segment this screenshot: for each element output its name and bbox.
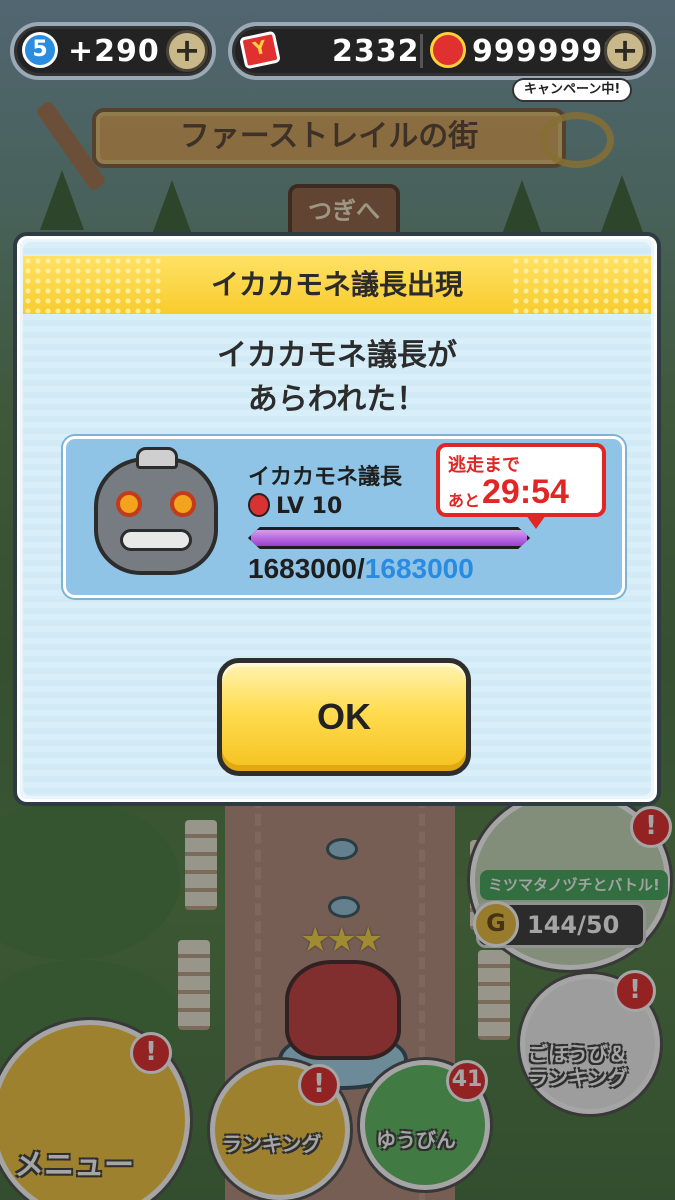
boss-eye <box>170 491 196 517</box>
dialog-message: イカカモネ議長が あらわれた！ <box>23 334 651 422</box>
top-status-bar: 5 +290 + Y 2332 9999999 + キャンペーン中! <box>0 0 675 102</box>
boss-hp-fill <box>251 530 527 546</box>
dialog-message-line1: イカカモネ議長が <box>217 339 457 372</box>
escape-label-bottom: あと <box>448 493 481 510</box>
add-coins-button[interactable]: + <box>604 30 646 72</box>
dialog-message-line2: あらわれた！ <box>247 383 427 416</box>
add-spirit-button[interactable]: + <box>166 30 208 72</box>
escape-time: 29:54 <box>482 473 569 511</box>
ticket-count: 2332 <box>332 34 420 69</box>
boss-appeared-dialog: イカカモネ議長出現 イカカモネ議長が あらわれた！ イカカモネ議長 LV 10 … <box>13 232 661 806</box>
spirit-flame-icon: 5 <box>22 32 58 68</box>
boss-hp-current: 1683000 <box>248 553 358 584</box>
currency-pill: Y 2332 9999999 + <box>228 22 656 80</box>
escape-timer-bubble: 逃走まで あと 29:54 <box>436 443 606 529</box>
boss-eye <box>116 491 142 517</box>
coin-count: 9999999 <box>472 34 626 69</box>
ok-button[interactable]: OK <box>217 658 471 776</box>
boss-hp-separator: / <box>357 553 365 584</box>
boss-level-value: LV 10 <box>276 494 343 519</box>
boss-hair <box>136 447 178 469</box>
boss-hp-bar <box>248 527 530 549</box>
boss-info-card: イカカモネ議長 LV 10 1683000/1683000 逃走まで あと 29… <box>63 436 625 598</box>
coin-icon <box>430 32 466 68</box>
boss-hp-max: 1683000 <box>364 553 474 584</box>
level-bag-icon <box>248 493 270 517</box>
currency-divider <box>420 34 423 68</box>
boss-level: LV 10 <box>248 493 342 519</box>
dialog-body: イカカモネ議長出現 イカカモネ議長が あらわれた！ イカカモネ議長 LV 10 … <box>23 242 651 796</box>
campaign-badge[interactable]: キャンペーン中! <box>512 78 633 102</box>
boss-mustache <box>120 529 192 551</box>
boss-portrait-icon <box>94 447 218 575</box>
dialog-title: イカカモネ議長出現 <box>210 269 463 300</box>
spirit-points-value: +290 <box>68 34 160 69</box>
boss-hp-text: 1683000/1683000 <box>248 553 474 585</box>
spirit-points-pill: 5 +290 + <box>10 22 216 80</box>
ticket-icon: Y <box>239 30 281 70</box>
boss-name: イカカモネ議長 <box>248 464 403 489</box>
dialog-header: イカカモネ議長出現 <box>23 256 651 314</box>
